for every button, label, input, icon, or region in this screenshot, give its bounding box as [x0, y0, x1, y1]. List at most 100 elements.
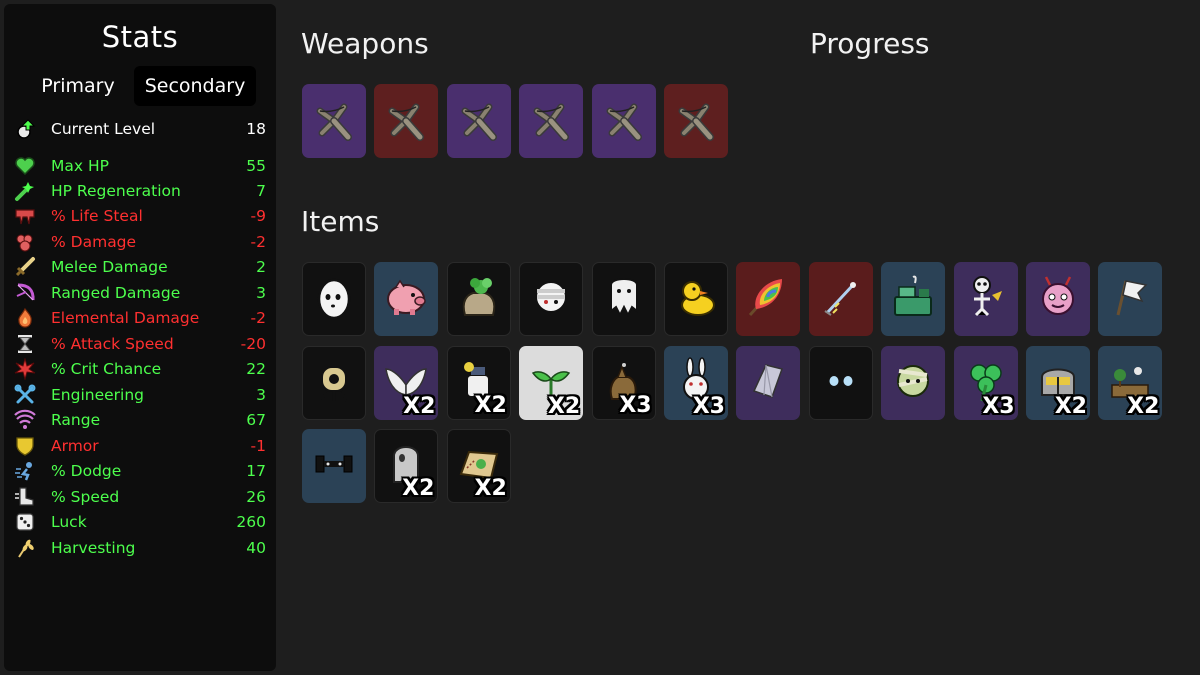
stat-label: Current Level — [51, 120, 156, 138]
stat-row-luck: Luck 260 — [14, 510, 266, 534]
stat-row-range: Range 67 — [14, 408, 266, 432]
slingshot-icon — [308, 93, 360, 149]
stat-row-max-hp: Max HP 55 — [14, 154, 266, 178]
glowing-eyes-icon — [815, 355, 867, 411]
stat-row-elemental-damage: Elemental Damage -2 — [14, 306, 266, 330]
tab-secondary[interactable]: Secondary — [134, 66, 256, 106]
item-slot[interactable]: X3 — [664, 345, 728, 420]
stat-value: 3 — [256, 386, 266, 404]
weapons-heading: Weapons — [301, 27, 429, 60]
item-slot[interactable] — [519, 262, 584, 336]
item-slot[interactable] — [446, 262, 511, 336]
skeleton-icon — [960, 271, 1012, 327]
item-slot[interactable] — [302, 262, 366, 336]
stat-label: % Speed — [51, 488, 120, 506]
stat-value: 3 — [256, 284, 266, 302]
stat-label: Melee Damage — [51, 258, 168, 276]
wheat-icon — [14, 537, 36, 559]
stat-value: 17 — [246, 462, 266, 480]
item-slot[interactable] — [736, 262, 801, 336]
stats-panel: Stats Primary Secondary Current Level 18… — [4, 4, 276, 671]
item-slot[interactable] — [808, 262, 873, 336]
weapon-slot[interactable] — [519, 84, 584, 158]
slingshot-icon — [453, 93, 505, 149]
shield-icon — [14, 435, 36, 457]
item-slot[interactable]: X2 — [446, 345, 511, 420]
stat-value: 18 — [246, 120, 266, 138]
item-slot[interactable]: X2 — [519, 345, 584, 420]
heart-icon — [14, 155, 36, 177]
weapon-slot[interactable] — [664, 84, 728, 158]
tab-primary[interactable]: Primary — [26, 66, 130, 106]
weapon-slot[interactable] — [591, 84, 656, 158]
item-slot[interactable] — [736, 345, 801, 420]
dumbbell-icon — [308, 438, 360, 494]
wand-icon — [815, 271, 867, 327]
stat-row-armor: Armor -1 — [14, 434, 266, 458]
item-count: X2 — [474, 476, 507, 501]
range-signal-icon — [14, 409, 36, 431]
stat-row-damage: % Damage -2 — [14, 230, 266, 254]
regen-icon — [14, 180, 36, 202]
item-slot[interactable]: X2 — [374, 345, 439, 420]
item-slot[interactable]: X2 — [446, 429, 511, 503]
dice-icon — [14, 511, 36, 533]
weapon-slot[interactable] — [302, 84, 366, 158]
sword-icon — [14, 256, 36, 278]
stat-row-hp-regeneration: HP Regeneration 7 — [14, 179, 266, 203]
item-slot[interactable]: X2 — [374, 429, 439, 503]
stat-label: Engineering — [51, 386, 144, 404]
stat-value: 2 — [256, 258, 266, 276]
stat-label: Armor — [51, 437, 99, 455]
weapon-slot[interactable] — [446, 84, 511, 158]
items-heading: Items — [301, 205, 380, 238]
item-slot[interactable]: X3 — [953, 345, 1018, 420]
stat-label: Range — [51, 411, 101, 429]
item-slot[interactable] — [881, 262, 946, 336]
bow-icon — [14, 282, 36, 304]
stat-row-dodge: % Dodge 17 — [14, 459, 266, 483]
item-count: X2 — [403, 393, 436, 419]
boot-icon — [14, 486, 36, 508]
slingshot-icon — [525, 93, 577, 149]
seed-bag-icon — [453, 271, 505, 327]
stat-value: 22 — [246, 360, 266, 378]
item-slot[interactable] — [808, 345, 873, 420]
mummy-icon — [887, 355, 939, 411]
item-count: X2 — [547, 393, 581, 419]
item-slot[interactable] — [881, 345, 946, 420]
weapon-slot[interactable] — [374, 84, 439, 158]
item-slot[interactable] — [302, 345, 366, 420]
progress-heading[interactable]: Progress — [810, 27, 930, 60]
wrench-icon — [14, 384, 36, 406]
item-count: X2 — [402, 476, 435, 501]
item-slot[interactable] — [1098, 262, 1163, 336]
crystal-icon — [742, 355, 794, 411]
item-slot[interactable]: X2 — [1026, 345, 1090, 420]
item-slot[interactable] — [302, 429, 366, 503]
stat-value: -2 — [250, 309, 266, 327]
ghost-tooth-icon — [598, 271, 650, 327]
stat-label: % Damage — [51, 233, 137, 251]
item-slot[interactable] — [1026, 262, 1090, 336]
item-slot[interactable]: X3 — [591, 345, 656, 420]
stat-label: HP Regeneration — [51, 182, 181, 200]
hourglass-icon — [14, 333, 36, 355]
stat-row-melee-damage: Melee Damage 2 — [14, 255, 266, 279]
flame-icon — [14, 307, 36, 329]
item-count: X2 — [1127, 393, 1160, 419]
stat-value: 40 — [246, 539, 266, 557]
stat-value: -9 — [250, 207, 266, 225]
item-count: X3 — [982, 393, 1015, 419]
item-slot[interactable] — [664, 262, 728, 336]
stat-row-ranged-damage: Ranged Damage 3 — [14, 281, 266, 305]
item-slot[interactable] — [591, 262, 656, 336]
item-count: X2 — [1054, 393, 1087, 419]
stat-value: 67 — [246, 411, 266, 429]
stat-row-engineering: Engineering 3 — [14, 383, 266, 407]
item-slot[interactable]: X2 — [1098, 345, 1163, 420]
item-slot[interactable] — [953, 262, 1018, 336]
stat-value: 55 — [246, 157, 266, 175]
rainbow-feather-icon — [742, 271, 794, 327]
item-slot[interactable] — [374, 262, 439, 336]
